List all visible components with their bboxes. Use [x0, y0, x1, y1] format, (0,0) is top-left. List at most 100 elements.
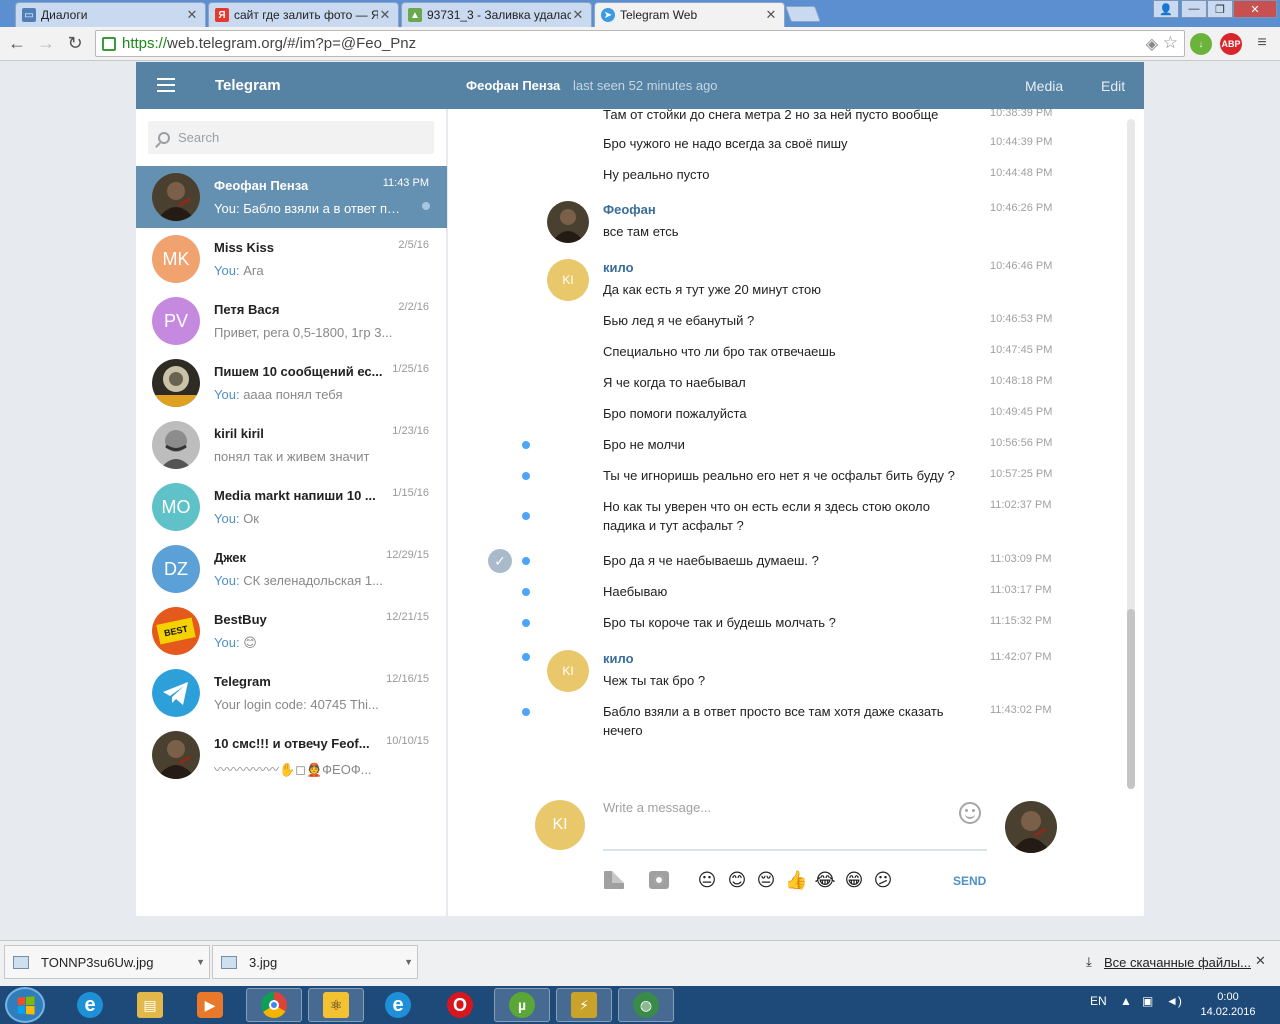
message-avatar[interactable]: KI [547, 259, 589, 301]
keyboard-language[interactable]: EN [1090, 994, 1107, 1008]
browser-tab-telegram[interactable]: ➤ Telegram Web ✕ [594, 2, 785, 27]
browser-tab-yandex[interactable]: Я сайт где залить фото — Я ✕ [208, 2, 399, 27]
emoji-button[interactable]: 👍 [785, 869, 807, 891]
peer-avatar[interactable] [1005, 801, 1057, 853]
dialog-item[interactable]: Феофан Пенза 11:43 PM You: Бабло взяли а в… [136, 166, 447, 228]
message-input[interactable] [603, 800, 943, 830]
attach-photo-icon[interactable] [649, 871, 669, 889]
self-avatar[interactable]: KI [535, 800, 585, 850]
dialog-name: 10 смс!!! и отвечу Feof... [214, 736, 370, 751]
download-filename: 3.jpg [249, 954, 278, 970]
start-button[interactable] [5, 987, 45, 1023]
hamburger-menu-icon[interactable] [157, 78, 175, 92]
dialog-item[interactable]: kiril kiril 1/23/16 понял так и живем знач… [136, 414, 447, 476]
dialog-date: 1/23/16 [392, 425, 429, 437]
browser-tab-dialogs[interactable]: ▭ Диалоги ✕ [15, 2, 206, 27]
taskbar-media-player[interactable]: ▶ [182, 988, 238, 1022]
dialog-item[interactable]: MK Miss Kiss 2/5/16 You: Ага [136, 228, 447, 290]
emoji-button[interactable]: 😂 [814, 869, 836, 891]
message-avatar[interactable] [547, 201, 589, 243]
emoji-button[interactable]: 😊 [726, 869, 748, 891]
forward-arrow-icon[interactable]: → [34, 31, 58, 55]
emoji-button[interactable]: 😁 [843, 869, 865, 891]
taskbar-winamp[interactable]: ⚡ [556, 988, 612, 1022]
browser-tab-upload[interactable]: ▲ 93731_3 - Заливка удалас ✕ [401, 2, 592, 27]
dialog-preview: You: 😊 [214, 635, 404, 651]
atom-icon: ⚛ [323, 992, 349, 1018]
menu-icon[interactable]: ≡ [1250, 31, 1274, 55]
user-profile-icon[interactable]: 👤 [1153, 0, 1179, 18]
select-check-icon[interactable]: ✓ [488, 549, 512, 573]
restore-button[interactable]: ❐ [1207, 0, 1233, 18]
scroll-thumb[interactable] [1127, 609, 1135, 789]
translate-icon[interactable]: ◈ [1146, 34, 1158, 54]
peer-name[interactable]: Феофан Пенза [466, 78, 560, 93]
close-icon[interactable]: ✕ [185, 7, 199, 23]
adblock-icon[interactable]: ABP [1220, 33, 1242, 55]
system-clock[interactable]: 0:00 14.02.2016 [1196, 990, 1260, 1020]
bookmark-star-icon[interactable]: ☆ [1163, 33, 1178, 53]
dialog-item[interactable]: Пишем 10 сообщений ес... 1/25/16 You: аааа… [136, 352, 447, 414]
window-close-button[interactable]: ✕ [1233, 0, 1277, 18]
message-author[interactable]: кило [603, 651, 634, 666]
dialog-preview: You: Ок [214, 511, 404, 526]
new-tab-button[interactable] [785, 6, 821, 22]
tray-expand-icon[interactable]: ▲ [1120, 994, 1132, 1008]
taskbar-explorer[interactable]: ▤ [122, 988, 178, 1022]
all-downloads-link[interactable]: Все скачанные файлы... [1104, 955, 1251, 970]
dialog-item[interactable]: MO Media markt напиши 10 ... 1/15/16 You: О… [136, 476, 447, 538]
dialog-preview: You: Ага [214, 263, 404, 278]
dialog-item[interactable]: DZ Джек 12/29/15 You: СК зеленадольская 1..… [136, 538, 447, 600]
taskbar-globe-app[interactable]: ◍ [618, 988, 674, 1022]
emoji-picker-icon[interactable] [959, 802, 981, 824]
close-icon[interactable]: ✕ [1255, 953, 1266, 969]
close-icon[interactable]: ✕ [764, 7, 778, 23]
network-icon[interactable]: ▣ [1142, 994, 1153, 1008]
reload-icon[interactable]: ↻ [63, 31, 87, 55]
close-icon[interactable]: ✕ [571, 7, 585, 23]
dialog-item[interactable]: PV Петя Вася 2/2/16 Привет, рега 0,5-1800, … [136, 290, 447, 352]
attach-file-icon[interactable] [604, 871, 624, 889]
edit-button[interactable]: Edit [1101, 78, 1125, 94]
taskbar-atom-app[interactable]: ⚛ [308, 988, 364, 1022]
chevron-down-icon[interactable]: ▼ [404, 957, 413, 967]
message-author[interactable]: кило [603, 260, 634, 275]
search-box[interactable] [148, 121, 434, 154]
taskbar-utorrent[interactable]: µ [494, 988, 550, 1022]
scrollbar[interactable] [1127, 119, 1135, 789]
download-extension-icon[interactable]: ↓ [1190, 33, 1212, 55]
download-item[interactable]: TONNP3su6Uw.jpg ▼ [4, 945, 210, 979]
dialog-item[interactable]: BEST BestBuy 12/21/15 You: 😊 [136, 600, 447, 662]
globe-icon: ◍ [633, 992, 659, 1018]
taskbar-opera[interactable]: O [432, 988, 488, 1022]
taskbar-ie-2[interactable]: e [370, 988, 426, 1022]
message-time: 10:47:45 PM [990, 344, 1053, 356]
download-item[interactable]: 3.jpg ▼ [212, 945, 418, 979]
back-arrow-icon[interactable]: ← [5, 31, 29, 55]
emoji-button[interactable]: 😔 [755, 869, 777, 891]
send-button[interactable]: SEND [953, 874, 986, 888]
dialog-item[interactable]: Telegram 12/16/15 Your login code: 40745 T… [136, 662, 447, 724]
emoji-button[interactable]: 😕 [872, 869, 894, 891]
close-icon[interactable]: ✕ [378, 7, 392, 23]
message-author[interactable]: Феофан [603, 202, 656, 217]
minimize-button[interactable]: — [1181, 0, 1207, 18]
message-text: Но как ты уверен что он есть если я здес… [603, 499, 930, 533]
message-text: Наебываю [603, 584, 668, 599]
dialog-avatar: MO [152, 483, 200, 531]
tab-title: сайт где залить фото — Я [234, 8, 378, 22]
search-input[interactable] [178, 130, 418, 145]
emoji-button[interactable]: 😐 [696, 869, 718, 891]
volume-icon[interactable]: ◄) [1166, 994, 1182, 1008]
chevron-down-icon[interactable]: ▼ [196, 957, 205, 967]
address-bar[interactable]: https:// web.telegram.org/#/im?p=@Feo_Pn… [95, 30, 1185, 57]
taskbar-chrome[interactable] [246, 988, 302, 1022]
dialog-avatar: BEST [152, 607, 200, 655]
dialog-avatar: PV [152, 297, 200, 345]
taskbar-ie[interactable]: e [62, 988, 118, 1022]
message-avatar[interactable]: KI [547, 650, 589, 692]
message-time: 10:46:53 PM [990, 313, 1053, 325]
media-button[interactable]: Media [1025, 78, 1063, 94]
dialog-name: Феофан Пенза [214, 178, 309, 193]
dialog-item[interactable]: 10 смс!!! и отвечу Feof... 10/10/15 〰〰〰〰〰✋… [136, 724, 447, 786]
